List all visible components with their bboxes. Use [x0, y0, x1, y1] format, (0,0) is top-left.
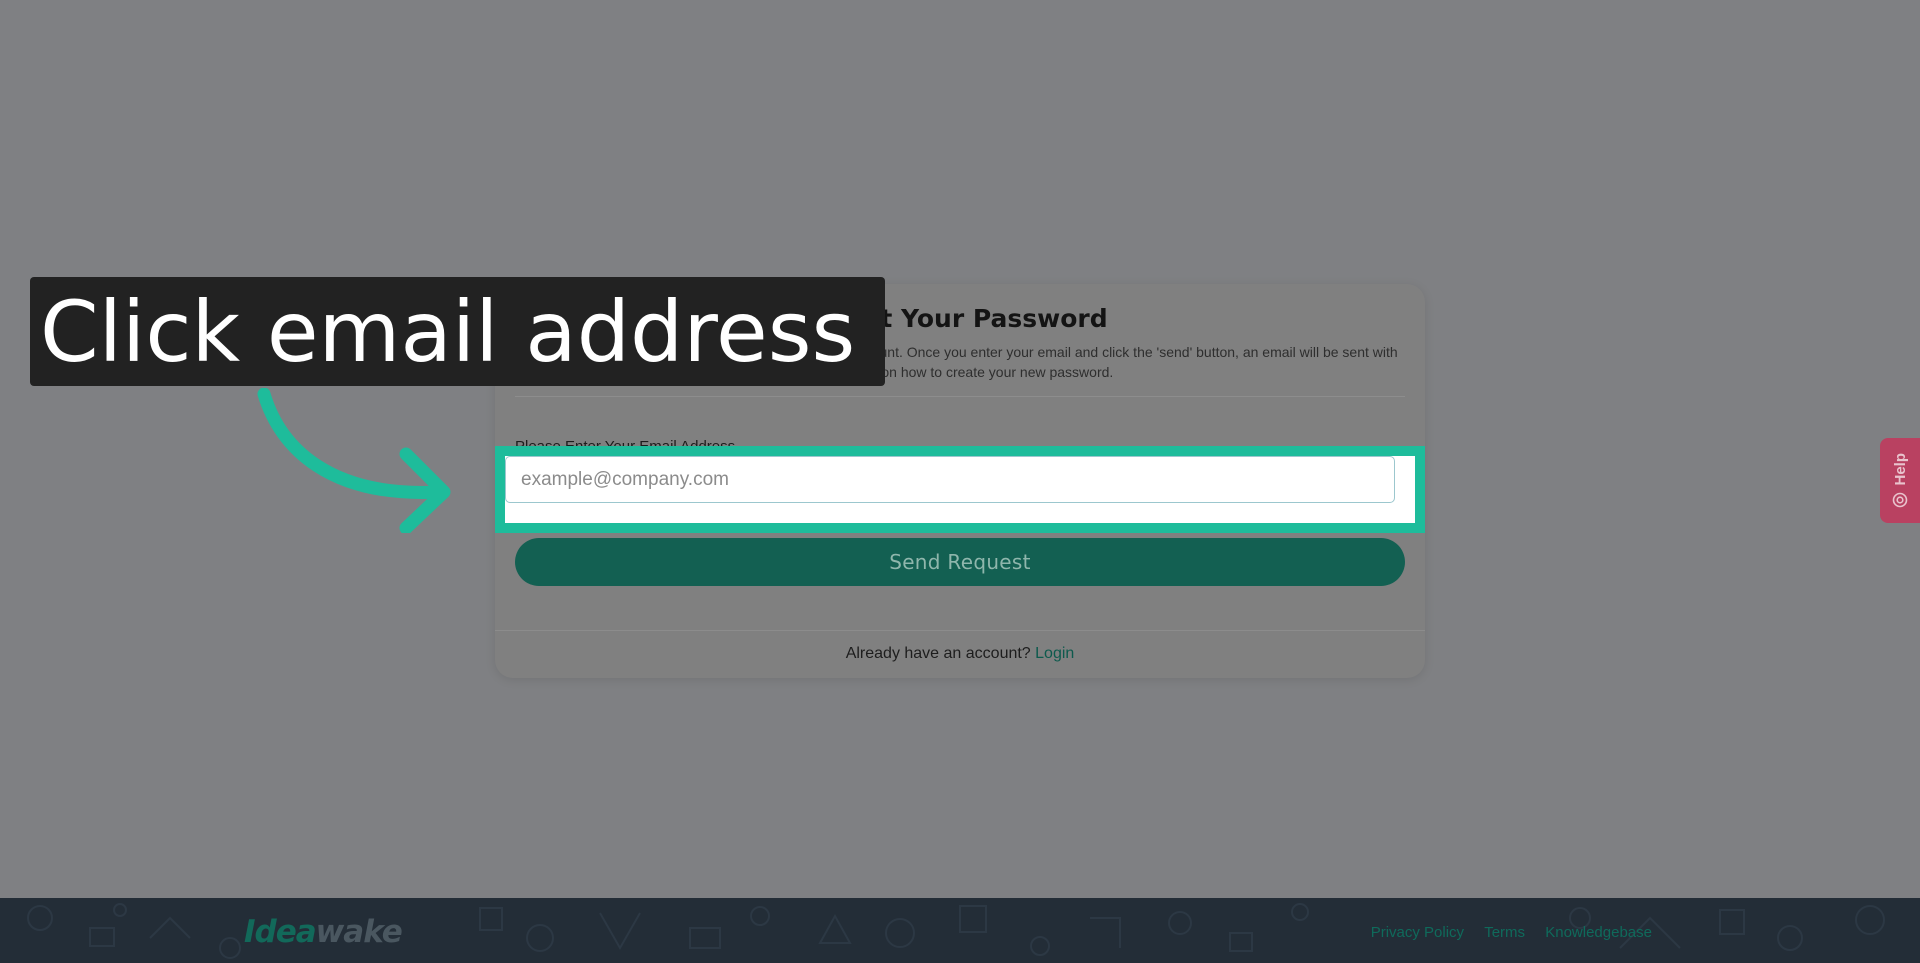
instruction-banner-text: Click email address: [40, 283, 856, 381]
knowledgebase-link[interactable]: Knowledgebase: [1545, 924, 1652, 941]
help-tab-label: Help: [1891, 453, 1909, 486]
divider: [495, 630, 1425, 631]
lifebuoy-icon: [1892, 492, 1908, 508]
send-request-button[interactable]: Send Request: [515, 538, 1405, 586]
instruction-banner: Click email address: [30, 277, 885, 386]
terms-link[interactable]: Terms: [1484, 924, 1525, 941]
ideawake-logo[interactable]: Ideawake: [244, 914, 403, 950]
reset-password-page: Reset Your Password Please enter the ema…: [0, 0, 1920, 963]
privacy-policy-link[interactable]: Privacy Policy: [1371, 924, 1464, 941]
logo-text-part-1: Idea: [244, 914, 317, 950]
login-link[interactable]: Login: [1035, 645, 1074, 662]
divider: [515, 396, 1405, 397]
email-input[interactable]: [505, 456, 1395, 503]
help-tab[interactable]: Help: [1880, 438, 1920, 523]
logo-text-part-2: wake: [315, 914, 403, 950]
email-input-highlight: [495, 446, 1425, 533]
footer: Ideawake Privacy Policy Terms Knowledgeb…: [0, 898, 1920, 963]
pointer-arrow-icon: [257, 388, 451, 533]
login-prompt-text: Already have an account?: [845, 645, 1031, 662]
footer-links: Privacy Policy Terms Knowledgebase: [1355, 924, 1652, 941]
login-prompt: Already have an account? Login: [495, 645, 1425, 663]
